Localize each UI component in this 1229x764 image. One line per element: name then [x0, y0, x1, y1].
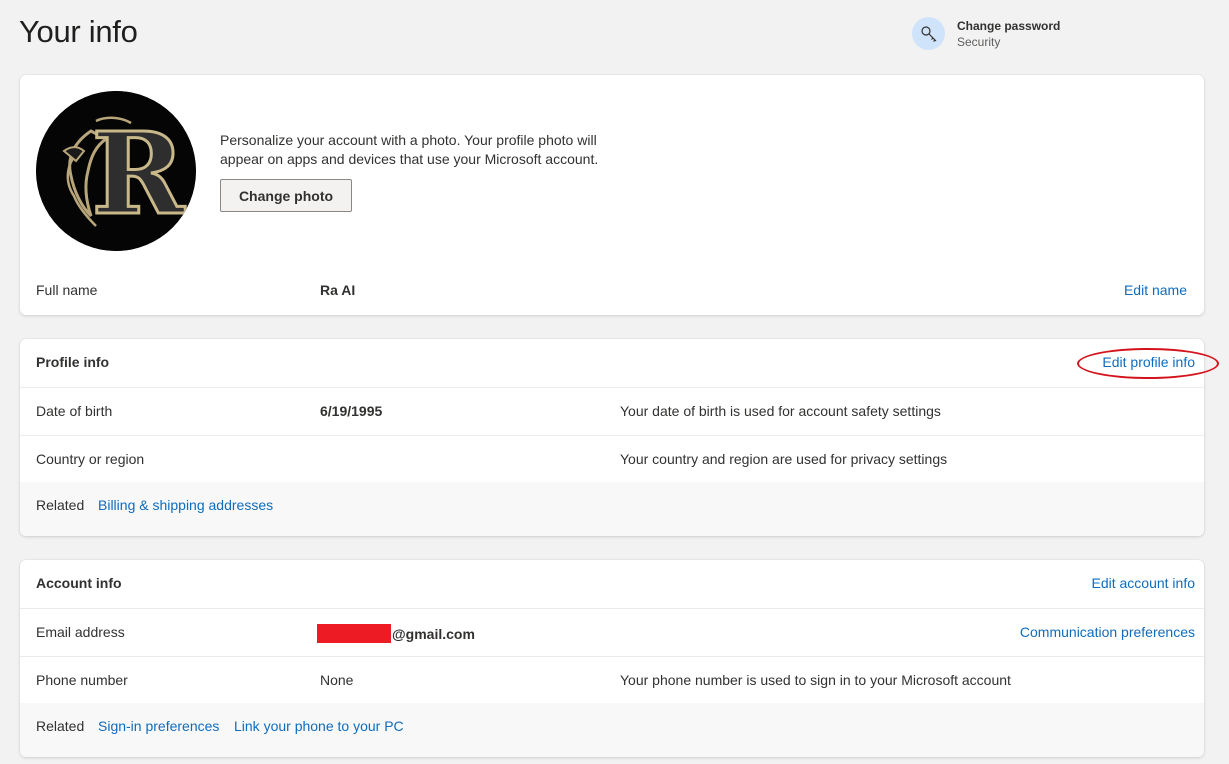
change-password-title: Change password [957, 18, 1061, 33]
link-phone-to-pc-link[interactable]: Link your phone to your PC [234, 718, 404, 734]
profile-avatar: R [36, 91, 196, 251]
full-name-row: Full name Ra AI Edit name [20, 267, 1204, 315]
phone-label: Phone number [36, 672, 128, 688]
full-name-value: Ra AI [320, 282, 356, 298]
date-of-birth-label: Date of birth [36, 403, 113, 419]
redaction-box [317, 624, 391, 643]
email-value: @gmail.com [317, 624, 475, 643]
account-related-row: Related Sign-in preferences Link your ph… [20, 703, 1204, 757]
change-password-subtitle: Security [957, 34, 1001, 49]
related-label: Related [36, 718, 85, 734]
email-row: Email address @gmail.com Communication p… [20, 608, 1204, 656]
account-info-heading: Account info [36, 575, 122, 591]
account-info-card: Account info Edit account info Email add… [20, 560, 1204, 757]
page-title: Your info [19, 14, 138, 49]
profile-photo-card: R Personalize your account with a photo.… [20, 75, 1204, 315]
phone-description: Your phone number is used to sign in to … [620, 672, 1011, 688]
related-label: Related [36, 497, 85, 513]
date-of-birth-row: Date of birth 6/19/1995 Your date of bir… [20, 387, 1204, 435]
account-info-header: Account info Edit account info [20, 560, 1204, 608]
photo-description: Personalize your account with a photo. Y… [220, 132, 599, 167]
edit-name-link[interactable]: Edit name [1124, 282, 1187, 298]
email-label: Email address [36, 624, 125, 640]
profile-info-header: Profile info Edit profile info [20, 339, 1204, 387]
edit-account-info-link[interactable]: Edit account info [1091, 575, 1195, 591]
profile-info-heading: Profile info [36, 354, 110, 370]
phone-value: None [320, 672, 354, 688]
change-photo-button[interactable]: Change photo [220, 179, 352, 212]
profile-related-row: Related Billing & shipping addresses [20, 482, 1204, 536]
billing-shipping-link[interactable]: Billing & shipping addresses [98, 497, 273, 513]
country-region-description: Your country and region are used for pri… [620, 451, 948, 467]
communication-preferences-link[interactable]: Communication preferences [1020, 624, 1195, 640]
edit-profile-info-link[interactable]: Edit profile info [1102, 354, 1195, 370]
country-region-label: Country or region [36, 451, 145, 467]
phone-row: Phone number None Your phone number is u… [20, 656, 1204, 704]
email-domain: @gmail.com [392, 626, 475, 642]
country-region-row: Country or region Your country and regio… [20, 435, 1204, 483]
avatar-letter: R [91, 109, 185, 240]
date-of-birth-value: 6/19/1995 [320, 403, 383, 419]
date-of-birth-description: Your date of birth is used for account s… [620, 403, 941, 419]
full-name-label: Full name [36, 282, 98, 298]
key-icon [912, 17, 945, 50]
change-password-link[interactable]: Change password Security [912, 17, 1060, 50]
sign-in-preferences-link[interactable]: Sign-in preferences [98, 718, 219, 734]
profile-info-card: Profile info Edit profile info Date of b… [20, 339, 1204, 536]
